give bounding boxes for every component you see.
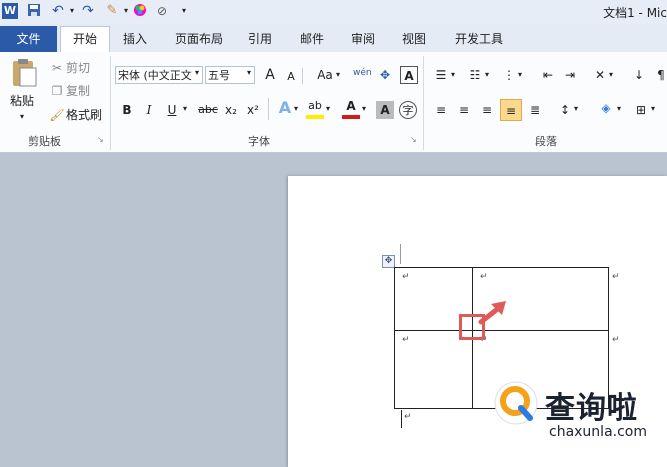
copy-button[interactable]: 复制 xyxy=(66,82,90,100)
paragraph-mark: ↵ xyxy=(480,272,488,282)
numbering-icon[interactable]: ☷ xyxy=(466,66,484,84)
group-label-clipboard: 剪贴板 xyxy=(28,135,61,148)
watermark-logo-icon xyxy=(494,381,538,425)
subscript-button[interactable]: x₂ xyxy=(222,101,240,119)
text-effect-icon[interactable]: A xyxy=(276,99,294,117)
paragraph-mark: ↵ xyxy=(402,272,410,282)
paste-dropdown-icon[interactable]: ▾ xyxy=(20,108,24,126)
superscript-button[interactable]: x² xyxy=(244,101,262,119)
format-painter-button[interactable]: 格式刷 xyxy=(66,106,102,124)
margin-marker xyxy=(400,244,401,264)
increase-indent-icon[interactable]: ⇥ xyxy=(561,66,579,84)
enclose-characters-icon[interactable]: 字 xyxy=(399,101,417,119)
group-label-font: 字体 xyxy=(248,135,270,148)
show-marks-icon[interactable]: ¶ xyxy=(652,66,667,84)
format-painter-icon[interactable]: 🖌 xyxy=(48,106,66,124)
divider xyxy=(268,98,269,120)
tab-file[interactable]: 文件 xyxy=(0,26,57,52)
row-end-mark: ↵ xyxy=(612,272,620,282)
chinese-layout-dropdown-icon[interactable]: ▾ xyxy=(609,70,613,79)
bullets-dropdown-icon[interactable]: ▾ xyxy=(451,70,455,79)
italic-button[interactable]: I xyxy=(140,101,158,119)
phonetic-guide-icon[interactable]: ✥ xyxy=(376,66,394,84)
color-palette-icon[interactable] xyxy=(132,3,148,19)
tab-view[interactable]: 视图 xyxy=(394,28,434,52)
divider xyxy=(302,68,303,84)
font-name-box[interactable]: 宋体 (中文正文 xyxy=(115,66,203,84)
bullets-icon[interactable]: ☰ xyxy=(432,66,450,84)
line-spacing-dropdown-icon[interactable]: ▾ xyxy=(574,104,578,113)
borders-icon[interactable]: ⊞ xyxy=(632,101,650,119)
redo-icon[interactable]: ↷ xyxy=(80,3,96,19)
tab-review[interactable]: 审阅 xyxy=(343,28,383,52)
text-effect-dropdown-icon[interactable]: ▾ xyxy=(294,104,298,113)
font-size-dropdown-icon[interactable]: ▾ xyxy=(247,68,251,77)
underline-dropdown-icon[interactable]: ▾ xyxy=(183,104,187,113)
highlight-dropdown-icon[interactable]: ▾ xyxy=(326,104,330,113)
undo-dropdown-icon[interactable]: ▾ xyxy=(64,3,80,19)
strikethrough-button[interactable]: abc xyxy=(196,101,220,119)
cut-button[interactable]: 剪切 xyxy=(66,59,90,77)
line-spacing-icon[interactable]: ↕ xyxy=(556,101,574,119)
chinese-layout-icon[interactable]: ✕ xyxy=(591,66,609,84)
group-label-paragraph: 段落 xyxy=(535,135,557,148)
row-end-mark: ↵ xyxy=(612,335,620,345)
change-case-dropdown-icon[interactable]: ▾ xyxy=(336,70,340,79)
window-title: 文档1 - Mic xyxy=(603,6,667,20)
borders-dropdown-icon[interactable]: ▾ xyxy=(651,104,655,113)
watermark-subtitle: chaxunla.com xyxy=(549,424,647,440)
underline-button[interactable]: U xyxy=(163,101,181,119)
clipboard-launcher-icon[interactable]: ↘ xyxy=(97,135,104,144)
character-border-icon[interactable]: A xyxy=(400,66,418,84)
align-right-icon[interactable]: ≡ xyxy=(478,101,496,119)
font-color-icon[interactable]: A xyxy=(342,99,360,119)
tab-insert[interactable]: 插入 xyxy=(115,28,155,52)
tab-home[interactable]: 开始 xyxy=(60,26,110,53)
highlight-icon[interactable]: ab xyxy=(306,99,324,119)
text-cursor xyxy=(401,410,402,428)
decrease-indent-icon[interactable]: ⇤ xyxy=(539,66,557,84)
grow-font-icon[interactable]: A xyxy=(261,66,279,84)
multilevel-list-icon[interactable]: ⋮ xyxy=(500,66,518,84)
shading-icon[interactable]: ◈ xyxy=(597,99,615,117)
paste-icon[interactable] xyxy=(10,58,38,88)
cut-icon[interactable]: ✂ xyxy=(48,59,66,77)
tab-page-layout[interactable]: 页面布局 xyxy=(168,28,230,52)
title-bar: W ↶ ▾ ↷ ✎ ▾ ⊘ ▾ 文档1 - Mic xyxy=(0,0,667,24)
paragraph-mark: ↵ xyxy=(404,412,412,422)
shrink-font-icon[interactable]: A xyxy=(282,68,300,86)
change-case-icon[interactable]: Aa xyxy=(314,66,336,84)
align-left-icon[interactable]: ≡ xyxy=(432,101,450,119)
tab-developer[interactable]: 开发工具 xyxy=(446,28,512,52)
font-launcher-icon[interactable]: ↘ xyxy=(410,135,417,144)
numbering-dropdown-icon[interactable]: ▾ xyxy=(485,70,489,79)
watermark-title: 查询啦 xyxy=(545,391,638,426)
shading-dropdown-icon[interactable]: ▾ xyxy=(617,104,621,113)
word-logo-icon[interactable]: W xyxy=(2,3,18,19)
sort-icon[interactable]: ↓ xyxy=(630,66,648,84)
font-color-dropdown-icon[interactable]: ▾ xyxy=(362,104,366,113)
customize-toolbar-icon[interactable]: ▾ xyxy=(176,3,192,19)
bold-button[interactable]: B xyxy=(118,101,136,119)
tab-mailings[interactable]: 邮件 xyxy=(292,28,332,52)
multilevel-dropdown-icon[interactable]: ▾ xyxy=(518,70,522,79)
table-row-border xyxy=(394,330,609,331)
character-shading-icon[interactable]: A xyxy=(376,101,394,119)
distributed-icon[interactable]: ≣ xyxy=(526,101,544,119)
copy-icon[interactable]: ❐ xyxy=(48,82,66,100)
paragraph-mark: ↵ xyxy=(402,335,410,345)
justify-icon[interactable]: ≡ xyxy=(500,99,522,121)
save-icon[interactable] xyxy=(26,3,42,19)
clear-format-icon[interactable]: wén xyxy=(353,64,372,82)
tab-references[interactable]: 引用 xyxy=(240,28,280,52)
eraser-icon[interactable]: ⊘ xyxy=(154,3,170,19)
group-divider xyxy=(423,56,424,150)
arrow-icon xyxy=(478,301,506,325)
font-name-dropdown-icon[interactable]: ▾ xyxy=(195,68,199,77)
align-center-icon[interactable]: ≡ xyxy=(455,101,473,119)
group-divider xyxy=(110,56,111,150)
